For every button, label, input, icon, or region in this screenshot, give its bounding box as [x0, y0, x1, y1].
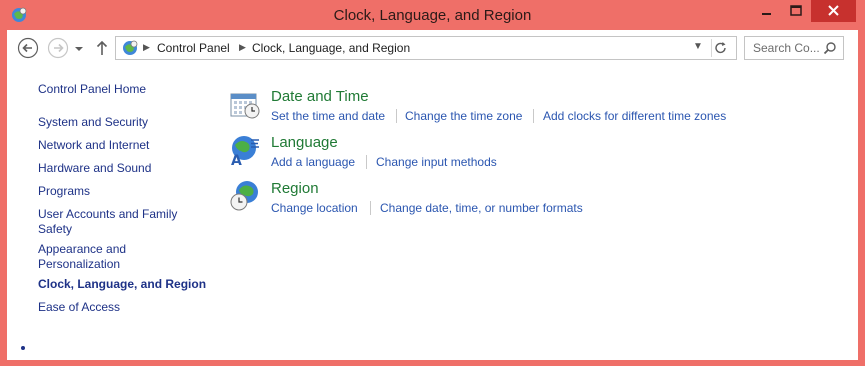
close-button[interactable]: [811, 0, 856, 22]
address-dropdown-icon[interactable]: ▼: [693, 41, 703, 52]
sidebar-item-system-and-security[interactable]: System and Security: [38, 115, 208, 130]
language-globe-icon[interactable]: A: [229, 134, 261, 166]
maximize-button[interactable]: [782, 0, 810, 22]
search-placeholder: Search Co...: [753, 41, 820, 55]
change-time-zone-link[interactable]: Change the time zone: [405, 109, 522, 123]
calendar-clock-icon[interactable]: [229, 88, 261, 120]
chevron-down-icon: [75, 47, 83, 51]
minimize-button[interactable]: [752, 0, 780, 22]
sidebar-item-appearance[interactable]: Appearance and Personalization: [38, 242, 148, 272]
svg-text:A: A: [231, 153, 242, 166]
add-language-link[interactable]: Add a language: [271, 155, 355, 169]
set-time-and-date-link[interactable]: Set the time and date: [271, 109, 385, 123]
sidebar-item-hardware-and-sound[interactable]: Hardware and Sound: [38, 161, 208, 176]
navigation-pane: Control Panel Home System and Security N…: [7, 66, 212, 360]
add-clocks-link[interactable]: Add clocks for different time zones: [543, 109, 726, 123]
navigation-bar: ▶ Control Panel ▶ Clock, Language, and R…: [7, 30, 858, 66]
language-title[interactable]: Language: [271, 134, 338, 151]
current-item-bullet: [21, 346, 25, 350]
sidebar-item-network-and-internet[interactable]: Network and Internet: [38, 138, 208, 153]
region-title[interactable]: Region: [271, 180, 319, 197]
forward-arrow-icon: [47, 37, 69, 59]
sidebar-item-control-panel-home[interactable]: Control Panel Home: [38, 82, 208, 97]
sidebar-item-ease-of-access[interactable]: Ease of Access: [38, 300, 208, 315]
search-icon[interactable]: [823, 41, 837, 55]
back-button[interactable]: [17, 37, 39, 59]
client-area: ▶ Control Panel ▶ Clock, Language, and R…: [7, 30, 858, 360]
close-icon: [828, 5, 839, 16]
link-divider: [370, 201, 371, 215]
address-bar[interactable]: ▶ Control Panel ▶ Clock, Language, and R…: [115, 36, 737, 60]
control-panel-icon: [123, 40, 138, 55]
back-arrow-icon: [17, 37, 39, 59]
window-title: Clock, Language, and Region: [333, 7, 532, 24]
forward-button[interactable]: [47, 37, 69, 59]
recent-locations-button[interactable]: [72, 37, 86, 59]
sidebar-item-user-accounts[interactable]: User Accounts and Family Safety: [38, 207, 188, 237]
maximize-icon: [790, 5, 802, 16]
link-divider: [396, 109, 397, 123]
change-location-link[interactable]: Change location: [271, 201, 358, 215]
breadcrumb-separator-icon[interactable]: ▶: [143, 42, 150, 53]
link-divider: [533, 109, 534, 123]
sidebar-item-clock-language-region[interactable]: Clock, Language, and Region: [38, 277, 208, 292]
breadcrumb-control-panel[interactable]: Control Panel: [157, 41, 230, 55]
title-bar: Clock, Language, and Region: [0, 0, 865, 30]
change-input-methods-link[interactable]: Change input methods: [376, 155, 497, 169]
date-and-time-title[interactable]: Date and Time: [271, 88, 369, 105]
search-box[interactable]: Search Co...: [744, 36, 844, 60]
breadcrumb-separator-icon[interactable]: ▶: [239, 42, 246, 53]
up-button[interactable]: [94, 37, 110, 59]
refresh-icon[interactable]: [711, 39, 730, 57]
minimize-icon: [762, 13, 771, 15]
link-divider: [366, 155, 367, 169]
region-globe-clock-icon[interactable]: [229, 180, 261, 212]
up-arrow-icon: [96, 40, 108, 55]
breadcrumb-clock-language-region[interactable]: Clock, Language, and Region: [252, 41, 410, 55]
change-formats-link[interactable]: Change date, time, or number formats: [380, 201, 583, 215]
sidebar-item-programs[interactable]: Programs: [38, 184, 208, 199]
